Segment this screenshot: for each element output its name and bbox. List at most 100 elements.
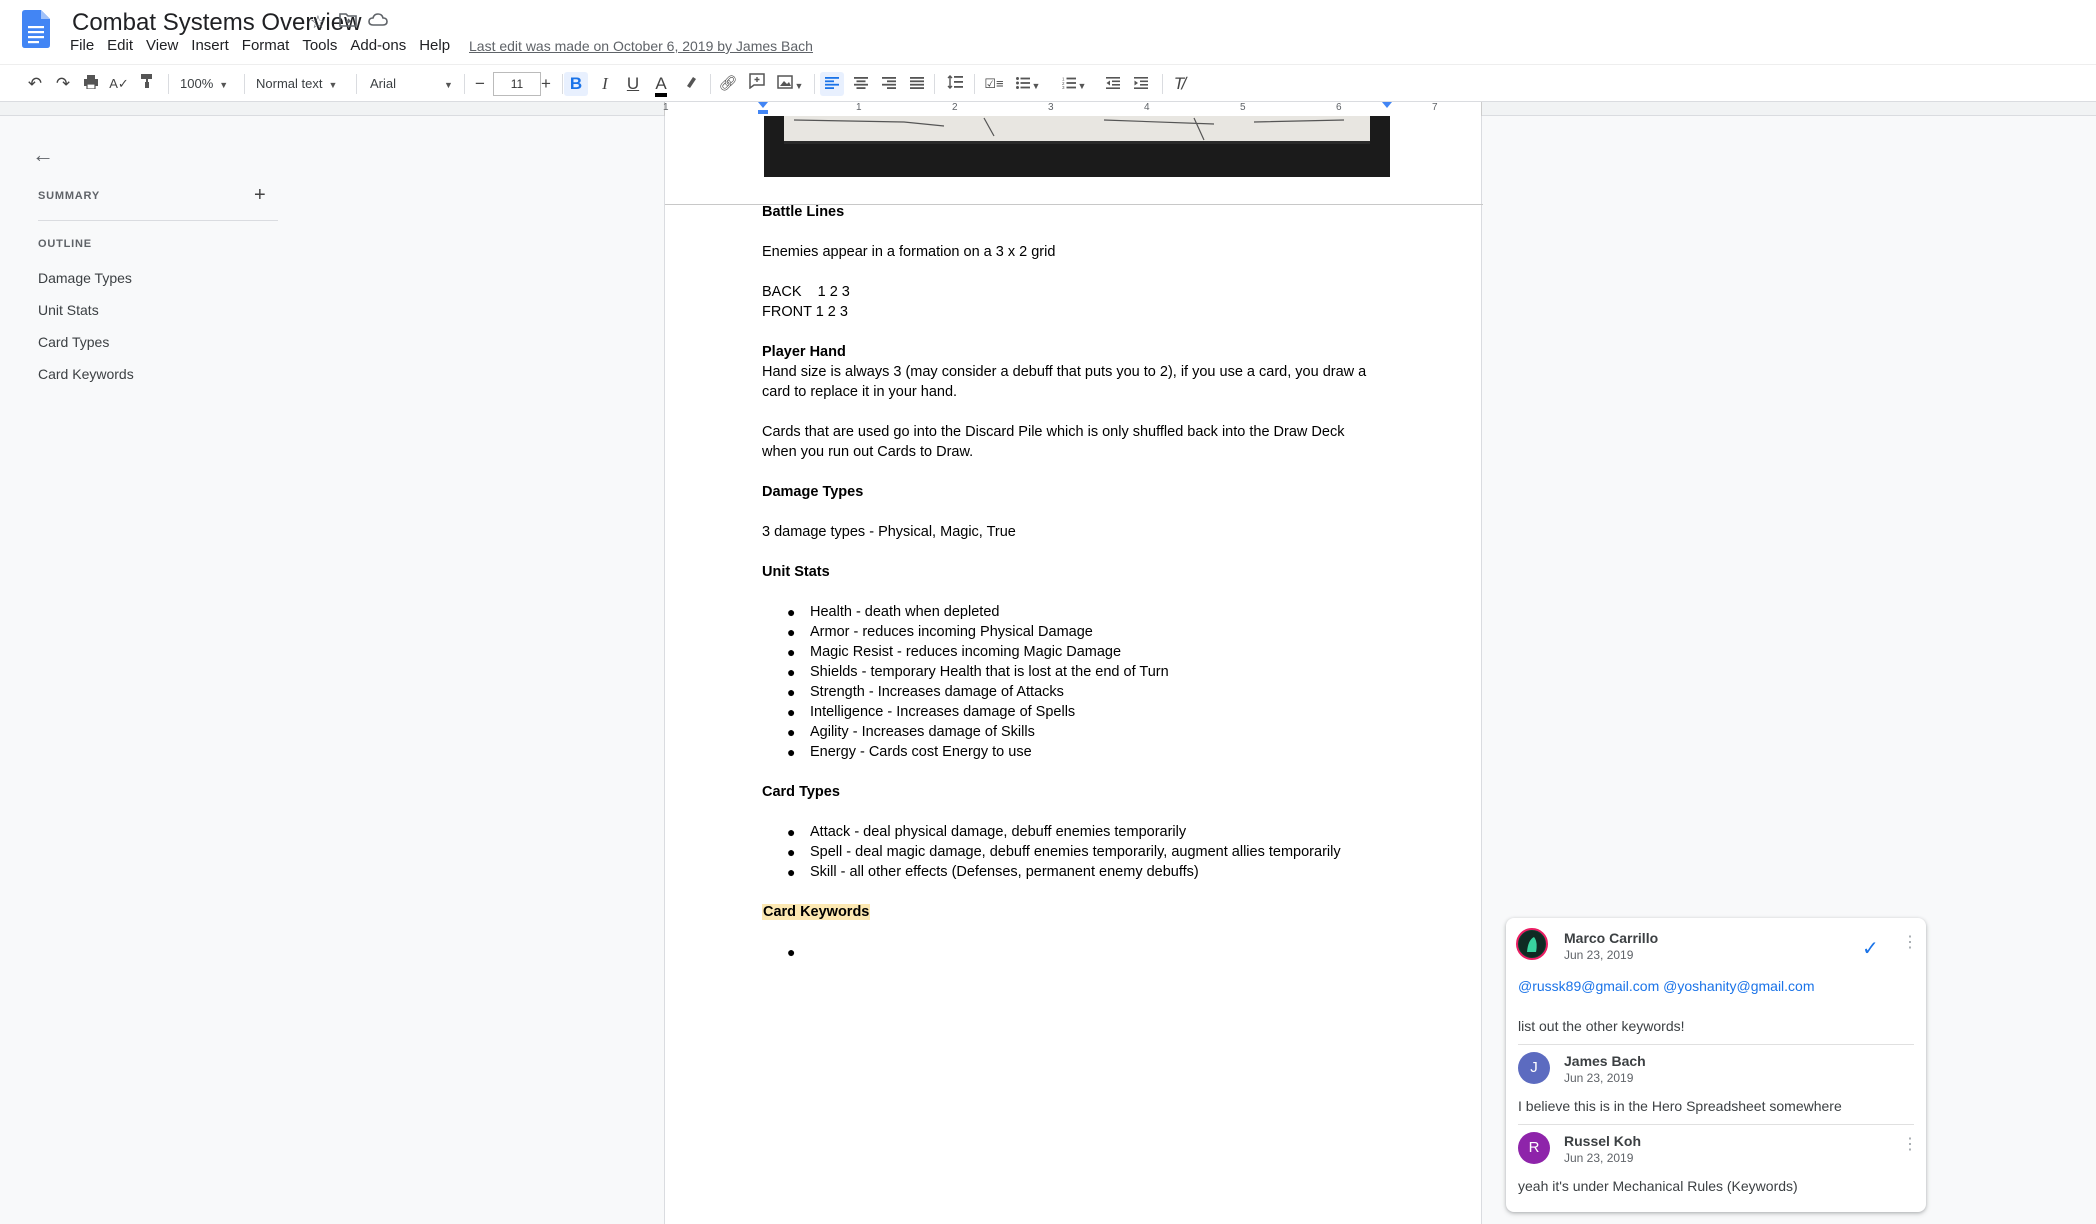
spellcheck-icon[interactable]: A✓: [108, 72, 130, 96]
toolbar-divider: [562, 74, 563, 94]
numbered-list-icon[interactable]: 1 2 3 ▼: [1058, 72, 1090, 96]
paragraph: when you run out Cards to Draw.: [762, 444, 974, 460]
highlight-color-icon[interactable]: [680, 72, 702, 96]
comment-author: James Bach: [1564, 1053, 1646, 1069]
font-select[interactable]: Arial ▼: [370, 72, 462, 96]
menu-insert[interactable]: Insert: [191, 37, 238, 54]
menu-view[interactable]: View: [146, 37, 187, 54]
comment-date: Jun 23, 2019: [1564, 948, 1634, 962]
ruler-mark: 4: [1144, 102, 1150, 113]
decrease-indent-icon[interactable]: [1102, 72, 1124, 96]
text-color-button[interactable]: A: [650, 72, 672, 97]
redo-icon[interactable]: ↷: [52, 72, 74, 96]
comment-highlight[interactable]: Card Keywords: [762, 904, 871, 920]
chevron-down-icon: ▼: [794, 81, 804, 91]
outline-item-damage-types[interactable]: Damage Types: [38, 270, 132, 286]
undo-icon[interactable]: ↶: [24, 72, 46, 96]
checklist-icon[interactable]: ☑︎≡: [982, 72, 1006, 96]
more-options-icon[interactable]: ⋮: [1902, 932, 1918, 952]
comment-text: list out the other keywords!: [1518, 1018, 1685, 1034]
comment-mentions: @russk89@gmail.com @yoshanity@gmail.com: [1518, 978, 1815, 994]
list-item: Attack - deal physical damage, debuff en…: [810, 824, 1187, 840]
italic-button[interactable]: I: [594, 72, 616, 96]
font-value: Arial: [370, 76, 397, 91]
ruler-mark: 3: [1048, 102, 1054, 113]
increase-indent-icon[interactable]: [1130, 72, 1152, 96]
embedded-image[interactable]: [764, 116, 1390, 177]
menu-help[interactable]: Help: [419, 37, 459, 54]
align-right-button[interactable]: [878, 72, 900, 96]
menu-addons[interactable]: Add-ons: [350, 37, 415, 54]
avatar: J: [1518, 1052, 1550, 1084]
toolbar-divider: [974, 74, 975, 94]
paint-format-icon[interactable]: [136, 72, 158, 96]
outline-item-unit-stats[interactable]: Unit Stats: [38, 302, 99, 318]
link-icon[interactable]: 🔗︎: [716, 72, 740, 96]
move-to-folder-icon[interactable]: [338, 12, 358, 32]
style-select[interactable]: Normal text ▼: [256, 72, 348, 96]
cloud-saved-icon[interactable]: [368, 12, 388, 32]
zoom-select[interactable]: 100% ▼: [180, 72, 236, 96]
paragraph: Cards that are used go into the Discard …: [762, 424, 1345, 440]
svg-text:3: 3: [1062, 85, 1065, 89]
outline-item-card-keywords[interactable]: Card Keywords: [38, 366, 134, 382]
font-size-input[interactable]: 11: [493, 72, 541, 96]
empty-bullet[interactable]: ●: [787, 942, 795, 962]
align-left-button[interactable]: [820, 72, 844, 96]
comment-date: Jun 23, 2019: [1564, 1151, 1634, 1165]
comment-thread[interactable]: Marco Carrillo Jun 23, 2019 ✓ ⋮ @russk89…: [1506, 918, 1926, 1212]
justify-button[interactable]: [906, 72, 928, 96]
menu-edit[interactable]: Edit: [107, 37, 142, 54]
ruler-mark: 5: [1240, 102, 1246, 113]
chevron-down-icon: ▼: [219, 80, 229, 90]
ruler-mark: 6: [1336, 102, 1342, 113]
right-indent-marker-icon[interactable]: [1381, 102, 1393, 116]
bold-button[interactable]: B: [564, 72, 588, 96]
bullet: ●: [787, 824, 796, 840]
menu-tools[interactable]: Tools: [302, 37, 346, 54]
toolbar-divider: [934, 74, 935, 94]
add-comment-icon[interactable]: [746, 72, 768, 96]
toolbar-divider: [244, 74, 245, 94]
left-indent-marker-icon[interactable]: [757, 102, 769, 116]
comment-divider: [1518, 1044, 1914, 1045]
bullet: ●: [787, 844, 796, 860]
title-bar: Combat Systems Overview ☆ File Edit View…: [0, 0, 2096, 64]
menu-file[interactable]: File: [70, 37, 103, 54]
mention-link[interactable]: @russk89@gmail.com: [1518, 978, 1659, 994]
clear-formatting-icon[interactable]: T̸: [1168, 72, 1190, 96]
bullet: ●: [787, 724, 796, 740]
outline-item-card-types[interactable]: Card Types: [38, 334, 109, 350]
last-edit-link[interactable]: Last edit was made on October 6, 2019 by…: [469, 38, 813, 54]
resolve-check-icon[interactable]: ✓: [1862, 936, 1879, 961]
print-icon[interactable]: [80, 72, 102, 96]
underline-button[interactable]: U: [622, 72, 644, 96]
menu-format[interactable]: Format: [242, 37, 299, 54]
insert-image-icon[interactable]: ▼: [774, 72, 806, 96]
mention-link[interactable]: @yoshanity@gmail.com: [1663, 978, 1814, 994]
back-arrow-icon[interactable]: ←: [32, 142, 54, 168]
chevron-down-icon: ▼: [1077, 81, 1087, 91]
align-center-button[interactable]: [850, 72, 872, 96]
paragraph: Hand size is always 3 (may consider a de…: [762, 364, 1367, 380]
heading-card-types: Card Types: [762, 784, 840, 800]
increase-font-size-button[interactable]: +: [536, 72, 556, 96]
bullet: ●: [787, 664, 796, 680]
list-item: Magic Resist - reduces incoming Magic Da…: [810, 644, 1122, 660]
add-summary-button[interactable]: +: [254, 184, 266, 207]
line-spacing-icon[interactable]: [944, 72, 966, 96]
ruler-mark: 7: [1432, 102, 1438, 113]
decrease-font-size-button[interactable]: −: [470, 72, 490, 96]
bullet: ●: [787, 644, 796, 660]
docs-logo-icon[interactable]: [22, 10, 50, 48]
chevron-down-icon: ▼: [328, 80, 338, 90]
more-options-icon[interactable]: ⋮: [1902, 1134, 1918, 1154]
menu-bar: File Edit View Insert Format Tools Add-o…: [70, 37, 463, 54]
paragraph: card to replace it in your hand.: [762, 384, 958, 400]
toolbar-divider: [1162, 74, 1163, 94]
document-page[interactable]: Battle Lines Enemies appear in a formati…: [664, 116, 1483, 1224]
paragraph: FRONT 1 2 3: [762, 304, 848, 320]
bulleted-list-icon[interactable]: ▼: [1012, 72, 1044, 96]
paragraph: 3 damage types - Physical, Magic, True: [762, 524, 1016, 540]
star-icon[interactable]: ☆: [308, 12, 328, 32]
